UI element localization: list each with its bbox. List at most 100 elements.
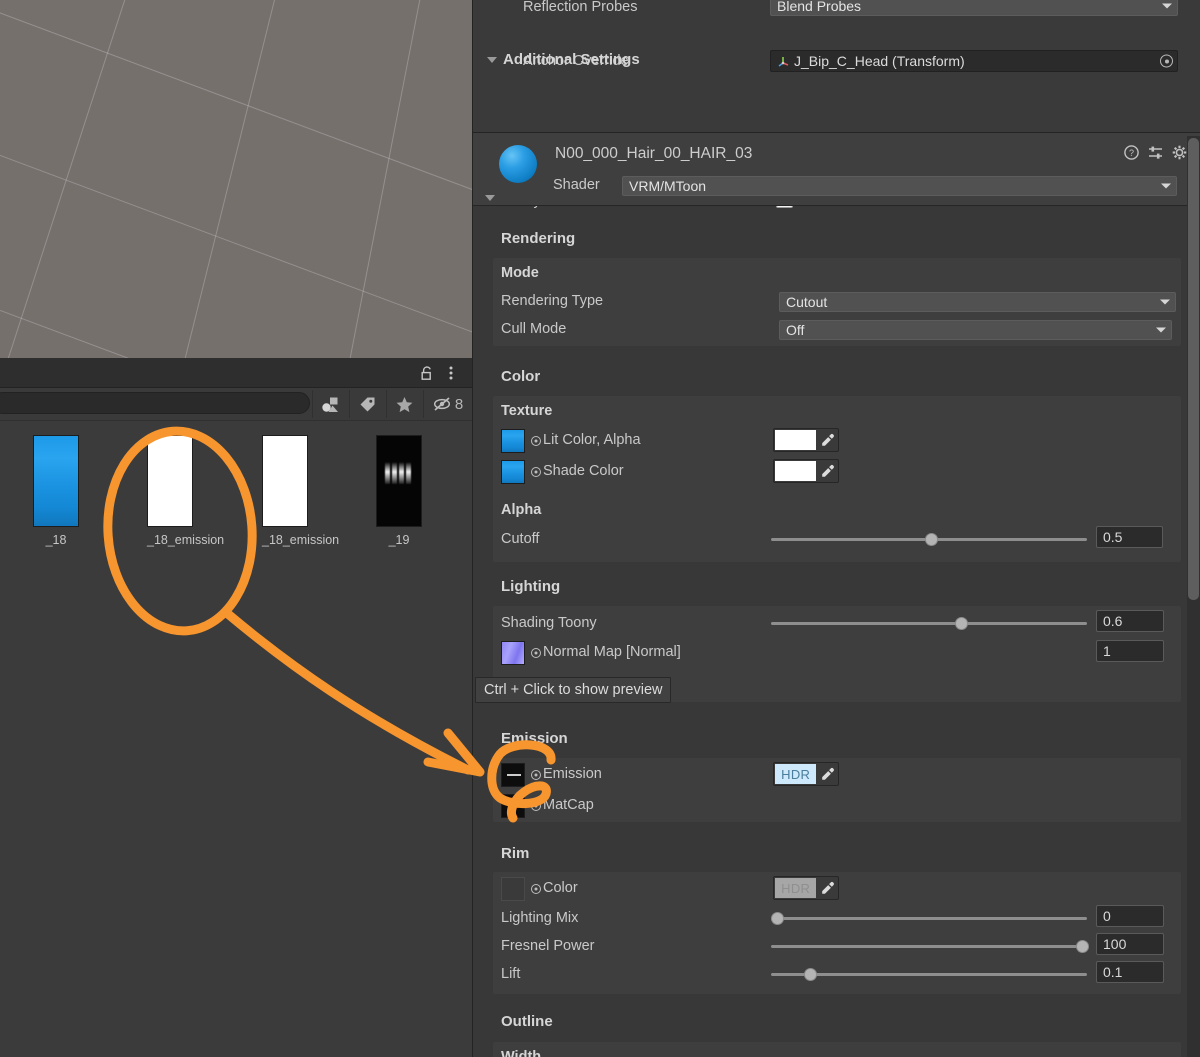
lighting-mix-label: Lighting Mix [501,910,579,926]
kebab-menu-icon[interactable] [442,364,460,382]
eyedropper-icon[interactable] [816,429,838,451]
filter-by-label-button[interactable] [349,390,385,418]
asset-item[interactable]: _18_emission [147,435,224,547]
lit-color-row[interactable]: Lit Color, Alpha [501,428,1181,454]
shader-value: VRM/MToon [629,178,707,194]
lit-color-radio-icon[interactable] [531,436,541,446]
rim-color-colorfield[interactable]: HDR [773,876,839,900]
lock-icon[interactable] [418,364,436,382]
fresnel-power-row[interactable]: Fresnel Power 100 [501,933,1181,959]
normal-map-thumbnail[interactable] [501,641,525,665]
asset-item[interactable]: _18 [33,435,79,547]
normal-map-row[interactable]: Normal Map [Normal] 1 [501,640,1181,666]
fresnel-power-value-field[interactable]: 100 [1096,933,1164,955]
asset-thumbnail[interactable] [33,435,79,527]
preset-icon[interactable] [1148,145,1163,165]
lift-value-field[interactable]: 0.1 [1096,961,1164,983]
asset-grid[interactable]: _18 _18_emission _18_emission _19 [0,420,472,1057]
shade-color-swatch[interactable] [775,461,817,481]
lighting-mix-slider-knob[interactable] [771,912,784,925]
chevron-down-icon[interactable] [487,57,497,63]
inspector-scrollbar-thumb[interactable] [1188,138,1199,600]
lift-slider-track[interactable] [771,973,1087,976]
shade-color-row[interactable]: Shade Color [501,459,1181,485]
anchor-override-objectfield[interactable]: J_Bip_C_Head (Transform) [770,50,1178,72]
rim-color-texture-thumbnail[interactable] [501,877,525,901]
lighting-mix-value-field[interactable]: 0 [1096,905,1164,927]
normal-map-radio-icon[interactable] [531,648,541,658]
cull-mode-value: Off [786,322,805,338]
matcap-row[interactable]: MatCap [501,793,1181,819]
shading-toony-slider-track[interactable] [771,622,1087,625]
lift-slider-knob[interactable] [804,968,817,981]
outline-width-subtitle: Width [501,1049,542,1057]
rim-group: Color HDR Lighting Mix 0 Fresnel Power 1… [493,872,1181,994]
mode-subtitle: Mode [501,265,539,281]
scene-viewport[interactable] [0,0,472,358]
emission-colorfield[interactable]: HDR [773,762,839,786]
filter-hidden-button[interactable]: 8 [423,390,472,418]
additional-settings-title: Additional Settings [503,51,640,68]
fresnel-power-slider-knob[interactable] [1076,940,1089,953]
asset-thumbnail[interactable] [147,435,193,527]
cull-mode-dropdown[interactable]: Off [779,320,1172,340]
lighting-mix-slider-track[interactable] [771,917,1087,920]
gear-icon[interactable] [1172,145,1187,165]
reflection-probes-row[interactable]: Reflection Probes Blend Probes [473,0,1200,21]
hidden-count-label: 8 [454,395,464,413]
shade-color-radio-icon[interactable] [531,467,541,477]
rim-color-radio-icon[interactable] [531,884,541,894]
asset-thumbnail[interactable] [262,435,308,527]
lit-color-texture-thumbnail[interactable] [501,429,525,453]
asset-item[interactable]: _19 [376,435,422,547]
reflection-probes-dropdown[interactable]: Blend Probes [770,0,1178,16]
reflection-probes-label: Reflection Probes [523,0,638,15]
shade-color-texture-thumbnail[interactable] [501,460,525,484]
rendering-type-dropdown[interactable]: Cutout [779,292,1176,312]
matcap-texture-thumbnail[interactable] [501,794,525,818]
lit-color-swatch[interactable] [775,430,817,450]
rim-color-row[interactable]: Color HDR [501,876,1181,902]
rim-hdr-chip[interactable]: HDR [775,878,817,898]
anchor-override-value: J_Bip_C_Head (Transform) [794,53,965,69]
normal-map-value-field[interactable]: 1 [1096,640,1164,662]
lift-row[interactable]: Lift 0.1 [501,961,1181,987]
material-header-icons: ? [1124,145,1187,165]
filter-by-type-button[interactable] [312,390,348,418]
inspector-panel: Reflection Probes Blend Probes Anchor Ov… [472,0,1200,1057]
inspector-scroll-area[interactable]: Reflection Probes Blend Probes Anchor Ov… [473,0,1200,1057]
emission-row[interactable]: Emission HDR [501,762,1181,788]
shading-toony-value-field[interactable]: 0.6 [1096,610,1164,632]
filter-favorites-button[interactable] [386,390,422,418]
cutoff-slider-knob[interactable] [925,533,938,546]
shade-color-colorfield[interactable] [773,459,839,483]
shade-color-label: Shade Color [543,463,624,479]
search-input[interactable] [0,392,310,414]
object-picker-icon[interactable] [1160,54,1173,68]
lift-value: 0.1 [1103,964,1123,980]
eyedropper-icon[interactable] [816,877,838,899]
asset-thumbnail[interactable] [376,435,422,527]
renderer-component-block: Reflection Probes Blend Probes Anchor Ov… [473,0,1200,209]
help-icon[interactable]: ? [1124,145,1139,165]
emission-texture-thumbnail[interactable] [501,763,525,787]
cutoff-value-field[interactable]: 0.5 [1096,526,1163,548]
shading-toony-slider-knob[interactable] [955,617,968,630]
lighting-mix-row[interactable]: Lighting Mix 0 [501,905,1181,931]
normal-map-value: 1 [1103,643,1111,659]
shader-dropdown[interactable]: VRM/MToon [622,176,1177,196]
matcap-radio-icon[interactable] [531,801,541,811]
eyedropper-icon[interactable] [816,460,838,482]
lit-color-colorfield[interactable] [773,428,839,452]
eyedropper-icon[interactable] [816,763,838,785]
preview-tooltip-text: Ctrl + Click to show preview [484,682,663,698]
emission-hdr-chip[interactable]: HDR [775,764,817,784]
shading-toony-row[interactable]: Shading Toony 0.6 [501,610,1181,636]
fresnel-power-slider-track[interactable] [771,945,1087,948]
asset-item[interactable]: _18_emission [262,435,339,547]
emission-radio-icon[interactable] [531,770,541,780]
chevron-down-icon[interactable] [485,195,495,201]
shading-toony-value: 0.6 [1103,613,1123,629]
cutoff-row[interactable]: Cutoff 0.5 [501,526,1181,552]
material-preview-sphere [499,145,537,183]
